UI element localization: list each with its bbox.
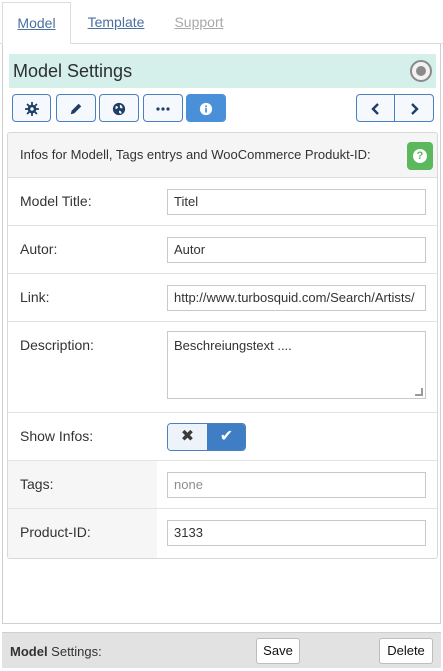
info-icon — [199, 103, 213, 116]
footer-label-bold: Model — [10, 644, 48, 659]
show-infos-row: Show Infos: ✖ ✔ — [8, 413, 437, 461]
panel-title: Model Settings — [13, 61, 133, 81]
more-icon — [156, 107, 170, 111]
autor-label: Autor: — [20, 241, 58, 257]
save-button[interactable]: Save — [256, 638, 300, 664]
autor-row: Autor: Autor — [8, 226, 437, 274]
info-description: Infos for Modell, Tags entrys and WooCom… — [20, 147, 371, 162]
tags-label: Tags: — [20, 476, 54, 492]
tab-support[interactable]: Support — [168, 2, 230, 44]
next-button[interactable] — [395, 95, 433, 121]
footer-bar: Model Settings: Save Delete — [2, 632, 441, 668]
settings-button[interactable] — [12, 94, 51, 122]
show-infos-label: Show Infos: — [20, 428, 94, 444]
description-label: Description: — [20, 337, 94, 353]
resize-grip-icon[interactable] — [415, 388, 423, 396]
model-title-row: Model Title: Titel — [8, 178, 437, 226]
chevron-left-icon — [370, 103, 379, 116]
link-input[interactable]: http://www.turbosquid.com/Search/Artists… — [167, 285, 426, 311]
nav-button-group — [356, 94, 434, 122]
model-info-form: Infos for Modell, Tags entrys and WooCom… — [7, 132, 438, 559]
product-id-row: Product-ID: 3133 — [8, 509, 437, 558]
tags-input[interactable]: none — [167, 472, 426, 498]
description-row: Description: Beschreiungstext .... — [8, 322, 437, 413]
product-id-label: Product-ID: — [20, 524, 91, 540]
link-row: Link: http://www.turbosquid.com/Search/A… — [8, 274, 437, 322]
tags-row: Tags: none — [8, 461, 437, 509]
tab-template[interactable]: Template — [80, 2, 152, 44]
description-textarea[interactable]: Beschreiungstext .... — [167, 331, 426, 399]
radio-indicator-icon[interactable] — [410, 60, 432, 82]
description-text: Beschreiungstext .... — [174, 338, 292, 353]
previous-button[interactable] — [357, 95, 395, 121]
info-header: Infos for Modell, Tags entrys and WooCom… — [8, 133, 437, 178]
gear-icon — [24, 102, 39, 117]
model-title-label: Model Title: — [20, 193, 92, 209]
edit-button[interactable] — [56, 94, 96, 122]
pencil-icon — [70, 104, 82, 115]
panel-header: Model Settings — [9, 54, 436, 88]
model-settings-panel: Model Settings Infos for Modell, Tags en… — [2, 44, 441, 624]
model-title-input[interactable]: Titel — [167, 189, 426, 215]
toggle-off-icon[interactable]: ✖ — [168, 424, 207, 450]
help-button[interactable]: ? — [407, 142, 433, 170]
delete-button[interactable]: Delete — [379, 638, 433, 664]
autor-input[interactable]: Autor — [167, 237, 426, 263]
more-button[interactable] — [143, 94, 183, 122]
tab-model[interactable]: Model — [2, 2, 71, 44]
footer-label-rest: Settings: — [47, 644, 102, 659]
chevron-right-icon — [411, 103, 419, 116]
footer-label: Model Settings: — [10, 644, 102, 659]
show-infos-toggle[interactable]: ✖ ✔ — [167, 423, 246, 451]
toggle-on-icon[interactable]: ✔ — [207, 424, 245, 450]
product-id-input[interactable]: 3133 — [167, 520, 426, 546]
globe-icon — [112, 103, 126, 116]
question-icon: ? — [413, 149, 427, 163]
link-label: Link: — [20, 289, 50, 305]
info-button[interactable] — [186, 94, 226, 122]
tab-bar: Model Template Support — [0, 0, 443, 44]
globe-button[interactable] — [99, 94, 139, 122]
